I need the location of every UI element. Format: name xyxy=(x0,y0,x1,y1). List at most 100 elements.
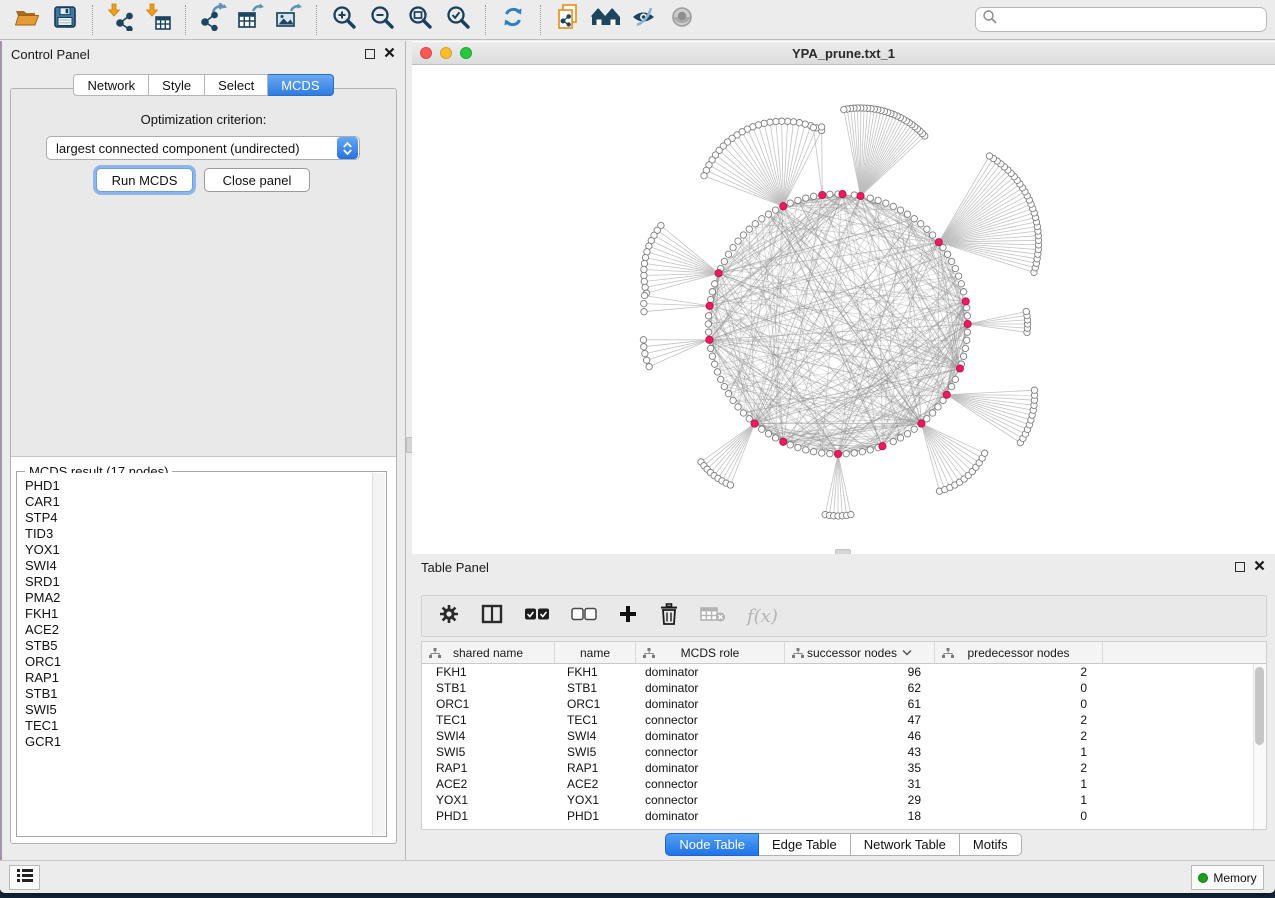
network-node[interactable] xyxy=(730,244,736,250)
network-node[interactable] xyxy=(839,191,846,198)
network-node[interactable] xyxy=(746,416,752,422)
close-panel-icon[interactable] xyxy=(1254,558,1265,576)
network-node[interactable] xyxy=(857,192,864,199)
table-row[interactable]: PHD1PHD1dominator180 xyxy=(422,808,1266,824)
mcds-result-item[interactable]: YOX1 xyxy=(25,542,385,558)
import-network-button[interactable] xyxy=(103,4,137,36)
network-node[interactable] xyxy=(904,431,910,437)
save-session-button[interactable] xyxy=(48,4,82,36)
tab-node-table[interactable]: Node Table xyxy=(665,833,759,856)
network-node[interactable] xyxy=(803,195,809,201)
zoom-in-button[interactable] xyxy=(327,4,361,36)
tab-style[interactable]: Style xyxy=(149,74,205,96)
network-node[interactable] xyxy=(784,118,790,124)
open-file-button[interactable] xyxy=(10,4,44,36)
network-node[interactable] xyxy=(642,350,648,356)
network-node[interactable] xyxy=(964,305,970,311)
network-node[interactable] xyxy=(918,420,925,427)
network-node[interactable] xyxy=(646,364,652,370)
network-node[interactable] xyxy=(759,216,765,222)
mcds-result-item[interactable]: GCR1 xyxy=(25,734,385,750)
mcds-result-item[interactable]: TEC1 xyxy=(25,718,385,734)
network-node[interactable] xyxy=(705,313,711,319)
network-node[interactable] xyxy=(810,449,816,455)
hide-selected-button[interactable] xyxy=(627,4,661,36)
network-node[interactable] xyxy=(752,221,758,227)
network-node[interactable] xyxy=(851,192,857,198)
tab-select[interactable]: Select xyxy=(205,74,268,96)
network-node[interactable] xyxy=(962,298,969,305)
mcds-result-item[interactable]: ACE2 xyxy=(25,622,385,638)
network-node[interactable] xyxy=(709,289,715,295)
network-node[interactable] xyxy=(779,118,785,124)
tab-network-table[interactable]: Network Table xyxy=(851,833,960,856)
network-node[interactable] xyxy=(759,426,765,432)
run-mcds-button[interactable]: Run MCDS xyxy=(96,168,193,192)
scrollbar-thumb[interactable] xyxy=(1255,667,1264,745)
column-header-successor-nodes[interactable]: successor nodes xyxy=(785,642,935,663)
export-network-button[interactable] xyxy=(196,4,230,36)
mcds-result-item[interactable]: TID3 xyxy=(25,526,385,542)
memory-button[interactable]: Memory xyxy=(1191,865,1264,890)
network-node[interactable] xyxy=(960,289,966,295)
task-history-button[interactable] xyxy=(9,865,40,890)
network-node[interactable] xyxy=(948,383,954,389)
mcds-result-item[interactable]: SWI5 xyxy=(25,702,385,718)
network-node[interactable] xyxy=(843,451,849,457)
network-node[interactable] xyxy=(904,211,910,217)
network-node[interactable] xyxy=(641,300,647,306)
network-node[interactable] xyxy=(780,203,787,210)
function-builder-button[interactable]: f(x) xyxy=(747,606,778,627)
network-node[interactable] xyxy=(707,345,713,351)
network-node[interactable] xyxy=(765,211,771,217)
network-node[interactable] xyxy=(705,321,711,327)
network-node[interactable] xyxy=(780,438,787,445)
network-node[interactable] xyxy=(810,124,816,130)
network-node[interactable] xyxy=(911,426,917,432)
network-node[interactable] xyxy=(640,337,646,343)
mcds-result-item[interactable]: ORC1 xyxy=(25,654,385,670)
network-node[interactable] xyxy=(795,444,801,450)
network-node[interactable] xyxy=(795,197,801,203)
network-node[interactable] xyxy=(642,284,648,290)
network-node[interactable] xyxy=(935,404,941,410)
network-node[interactable] xyxy=(641,344,647,350)
network-node[interactable] xyxy=(819,450,825,456)
delete-table-button[interactable] xyxy=(700,605,726,628)
network-node[interactable] xyxy=(859,449,865,455)
refresh-button[interactable] xyxy=(496,4,530,36)
network-node[interactable] xyxy=(924,226,930,232)
tab-motifs[interactable]: Motifs xyxy=(960,833,1022,856)
table-row[interactable]: ACE2ACE2connector311 xyxy=(422,776,1266,792)
table-row[interactable]: SWI4SWI4dominator462 xyxy=(422,728,1266,744)
mcds-result-item[interactable]: STB1 xyxy=(25,686,385,702)
search-box[interactable] xyxy=(975,7,1267,32)
network-node[interactable] xyxy=(641,272,647,278)
network-node[interactable] xyxy=(827,191,833,197)
network-node[interactable] xyxy=(827,451,833,457)
table-row[interactable]: YOX1YOX1connector291 xyxy=(422,792,1266,808)
network-node[interactable] xyxy=(765,431,771,437)
clone-network-button[interactable] xyxy=(551,4,585,36)
network-node[interactable] xyxy=(787,200,793,206)
network-node[interactable] xyxy=(890,438,896,444)
tab-mcds[interactable]: MCDS xyxy=(268,74,333,96)
close-panel-button[interactable]: Close panel xyxy=(204,168,310,192)
network-node[interactable] xyxy=(712,281,718,287)
network-node[interactable] xyxy=(641,278,647,284)
mcds-result-item[interactable]: SRD1 xyxy=(25,574,385,590)
network-node[interactable] xyxy=(643,357,649,363)
export-image-button[interactable] xyxy=(272,4,306,36)
network-node[interactable] xyxy=(740,232,746,238)
mcds-result-item[interactable]: SWI4 xyxy=(25,558,385,574)
show-column-button[interactable] xyxy=(481,604,503,629)
column-header-MCDS-role[interactable]: MCDS role xyxy=(636,642,785,663)
network-node[interactable] xyxy=(1023,308,1029,314)
network-node[interactable] xyxy=(712,361,718,367)
network-node[interactable] xyxy=(958,281,964,287)
mcds-result-item[interactable]: PMA2 xyxy=(25,590,385,606)
mcds-result-item[interactable]: RAP1 xyxy=(25,670,385,686)
network-node[interactable] xyxy=(986,153,992,159)
network-node[interactable] xyxy=(867,447,873,453)
mcds-result-item[interactable]: STP4 xyxy=(25,510,385,526)
